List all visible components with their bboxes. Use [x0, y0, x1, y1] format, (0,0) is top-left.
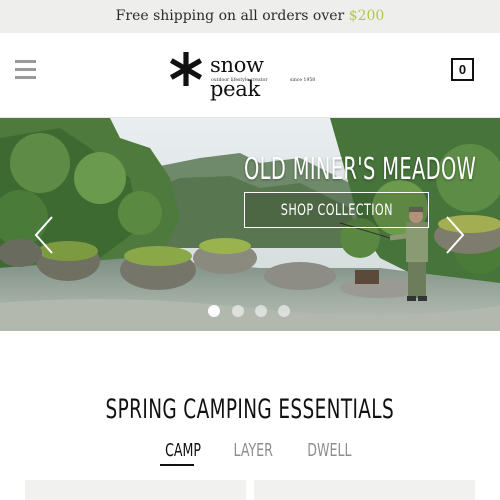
tab-camp[interactable]: CAMP: [160, 440, 201, 466]
slide-dot-2[interactable]: [232, 305, 244, 317]
category-tabs: CAMP LAYER DWELL: [0, 440, 500, 468]
announcement-text: Free shipping on all orders over: [115, 8, 349, 24]
shop-collection-label: SHOP COLLECTION: [280, 200, 393, 219]
hero-title: OLD MINER'S MEADOW: [244, 152, 477, 187]
product-card[interactable]: [25, 480, 246, 500]
hero-slideshow: OLD MINER'S MEADOW SHOP COLLECTION: [0, 118, 500, 331]
cart-count: 0: [458, 62, 467, 77]
slide-indicators: [208, 305, 298, 319]
chevron-right-icon[interactable]: [444, 215, 466, 255]
logo-since: since 1958: [290, 78, 316, 83]
site-header: snow peak outdoor lifestyle creator sinc…: [0, 33, 500, 118]
tab-layer[interactable]: LAYER: [228, 440, 273, 466]
logo-wordmark: snow peak: [210, 53, 264, 101]
announcement-bar: Free shipping on all orders over $200: [0, 0, 500, 33]
chevron-left-icon[interactable]: [33, 215, 55, 255]
asterisk-star-icon: [169, 52, 203, 86]
slide-dot-1[interactable]: [208, 305, 220, 317]
section-title: SPRING CAMPING ESSENTIALS: [105, 394, 395, 425]
logo-tagline: outdoor lifestyle creator: [211, 78, 268, 83]
slide-dot-4[interactable]: [278, 305, 290, 317]
brand-logo[interactable]: snow peak outdoor lifestyle creator sinc…: [168, 51, 318, 101]
hamburger-menu-icon[interactable]: [15, 60, 36, 80]
tab-dwell[interactable]: DWELL: [301, 440, 351, 466]
shop-collection-button[interactable]: SHOP COLLECTION: [244, 192, 429, 228]
slide-dot-3[interactable]: [255, 305, 267, 317]
free-shipping-amount: $200: [348, 8, 385, 24]
product-card[interactable]: [254, 480, 475, 500]
cart-button[interactable]: 0: [451, 58, 474, 81]
